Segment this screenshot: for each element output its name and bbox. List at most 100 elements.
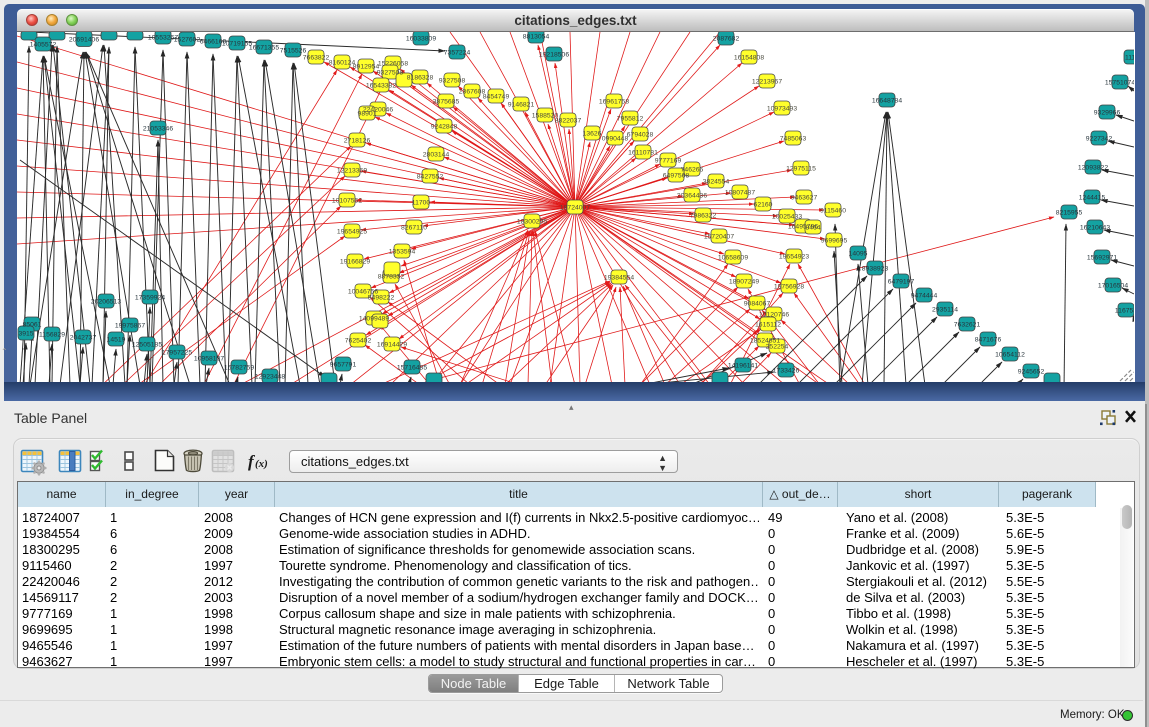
svg-text:8215955: 8215955: [1056, 210, 1083, 217]
svg-text:12975115: 12975115: [786, 166, 816, 173]
svg-text:16961758: 16961758: [599, 99, 629, 106]
svg-text:62160: 62160: [754, 202, 773, 209]
svg-text:10973493: 10973493: [767, 106, 797, 113]
svg-text:10120746: 10120746: [759, 312, 789, 319]
svg-text:2367608: 2367608: [459, 89, 486, 96]
svg-text:10658609: 10658609: [718, 255, 748, 262]
svg-text:20691406: 20691406: [69, 37, 99, 44]
svg-text:16671355: 16671355: [249, 45, 279, 52]
svg-text:1244415: 1244415: [1079, 195, 1106, 202]
svg-text:17957225: 17957225: [162, 350, 192, 357]
svg-text:15720407: 15720407: [704, 234, 734, 241]
svg-text:20364436: 20364436: [677, 193, 707, 200]
svg-text:8186328: 8186328: [407, 75, 434, 82]
svg-text:20206513: 20206513: [91, 299, 121, 306]
svg-text:9474444: 9474444: [911, 293, 938, 300]
svg-text:1733426: 1733426: [773, 368, 800, 375]
svg-text:10807487: 10807487: [725, 190, 755, 197]
svg-text:9146821: 9146821: [508, 102, 535, 109]
svg-text:85061: 85061: [23, 322, 42, 329]
svg-text:10025433: 10025433: [772, 214, 802, 221]
svg-text:8427552: 8427552: [417, 174, 444, 181]
svg-text:9657791: 9657791: [330, 362, 357, 369]
svg-text:8878332: 8878332: [378, 274, 405, 281]
svg-text:14196141: 14196141: [728, 363, 758, 370]
svg-text:2803144: 2803144: [423, 152, 450, 159]
svg-text:16110781: 16110781: [628, 150, 658, 157]
svg-text:19756928: 19756928: [774, 284, 804, 291]
svg-text:1117: 1117: [1125, 55, 1134, 62]
svg-text:8454749: 8454749: [483, 94, 510, 101]
svg-text:1353594: 1353594: [389, 249, 416, 256]
svg-text:7515526: 7515526: [280, 48, 307, 55]
svg-text:8267110: 8267110: [401, 225, 427, 232]
svg-text:9242848: 9242848: [431, 124, 458, 131]
svg-text:19218506: 19218506: [539, 52, 569, 59]
svg-text:16914479: 16914479: [377, 342, 407, 349]
svg-text:9084067: 9084067: [744, 301, 771, 308]
svg-text:8912954: 8912954: [353, 64, 380, 71]
svg-text:7663822: 7663822: [303, 55, 330, 62]
svg-text:1405572: 1405572: [30, 42, 57, 49]
svg-text:1615112: 1615112: [755, 322, 781, 329]
svg-text:12505185: 12505185: [132, 342, 162, 349]
svg-text:9699695: 9699695: [821, 238, 848, 245]
svg-text:16210643: 16210643: [1080, 225, 1110, 232]
svg-text:14095: 14095: [849, 251, 868, 258]
svg-text:8464: 8464: [805, 225, 820, 232]
svg-text:18724007: 18724007: [560, 205, 590, 212]
svg-text:16648784: 16648784: [872, 98, 902, 105]
svg-text:2087682: 2087682: [713, 36, 740, 43]
svg-text:6479197: 6479197: [888, 279, 915, 286]
svg-text:9327508: 9327508: [377, 70, 404, 77]
svg-text:7955812: 7955812: [617, 116, 644, 123]
svg-text:7357224: 7357224: [444, 50, 471, 57]
svg-text:1527602: 1527602: [174, 37, 201, 44]
svg-text:(x): (x): [255, 458, 268, 470]
svg-text:10654112: 10654112: [995, 352, 1025, 359]
svg-text:9329966: 9329966: [1094, 110, 1121, 117]
svg-text:12093822: 12093822: [1078, 165, 1108, 172]
svg-text:15692971: 15692971: [1087, 255, 1117, 262]
svg-text:2935114: 2935114: [932, 307, 958, 314]
svg-text:9227342: 9227342: [1086, 136, 1113, 143]
svg-text:98901: 98901: [358, 111, 377, 118]
svg-text:3824554: 3824554: [703, 179, 730, 186]
svg-text:19975867: 19975867: [115, 323, 145, 330]
svg-text:9245652: 9245652: [1018, 369, 1045, 376]
svg-text:13626: 13626: [583, 131, 602, 138]
svg-text:16154808: 16154808: [734, 55, 764, 62]
svg-text:18907249: 18907249: [729, 279, 759, 286]
svg-text:16033809: 16033809: [406, 36, 436, 43]
svg-text:252254: 252254: [766, 344, 789, 351]
svg-text:12923448: 12923448: [255, 374, 285, 381]
svg-text:9463627: 9463627: [791, 195, 818, 202]
svg-text:14099489: 14099489: [359, 316, 389, 323]
svg-text:8938923: 8938923: [862, 266, 889, 273]
svg-text:16543382: 16543382: [366, 83, 396, 90]
svg-text:2042737: 2042737: [70, 335, 97, 342]
svg-text:15751074: 15751074: [1105, 80, 1134, 87]
svg-text:8471676: 8471676: [975, 337, 1002, 344]
svg-text:12213369: 12213369: [337, 168, 367, 175]
svg-text:9327508: 9327508: [439, 78, 466, 85]
svg-text:116753: 116753: [1115, 308, 1134, 315]
svg-text:18300295: 18300295: [517, 219, 547, 226]
svg-text:11700: 11700: [412, 200, 431, 207]
svg-text:12213967: 12213967: [752, 79, 782, 86]
svg-text:19384554: 19384554: [604, 275, 634, 282]
svg-text:3915: 3915: [18, 331, 33, 338]
svg-text:17016504: 17016504: [1098, 283, 1128, 290]
svg-text:14519: 14519: [107, 337, 126, 344]
svg-text:5498222: 5498222: [368, 295, 395, 302]
svg-text:21053346: 21053346: [143, 126, 173, 133]
svg-text:10719155: 10719155: [222, 41, 252, 48]
svg-text:16782759: 16782759: [224, 365, 254, 372]
svg-text:10958107: 10958107: [194, 356, 224, 363]
svg-text:10107552: 10107552: [332, 198, 362, 205]
svg-text:6794028: 6794028: [627, 132, 654, 139]
svg-text:15716485: 15716485: [397, 365, 427, 372]
svg-text:15226058: 15226058: [378, 61, 408, 68]
svg-text:8160124: 8160124: [329, 60, 356, 67]
svg-text:7986322: 7986322: [690, 213, 717, 220]
